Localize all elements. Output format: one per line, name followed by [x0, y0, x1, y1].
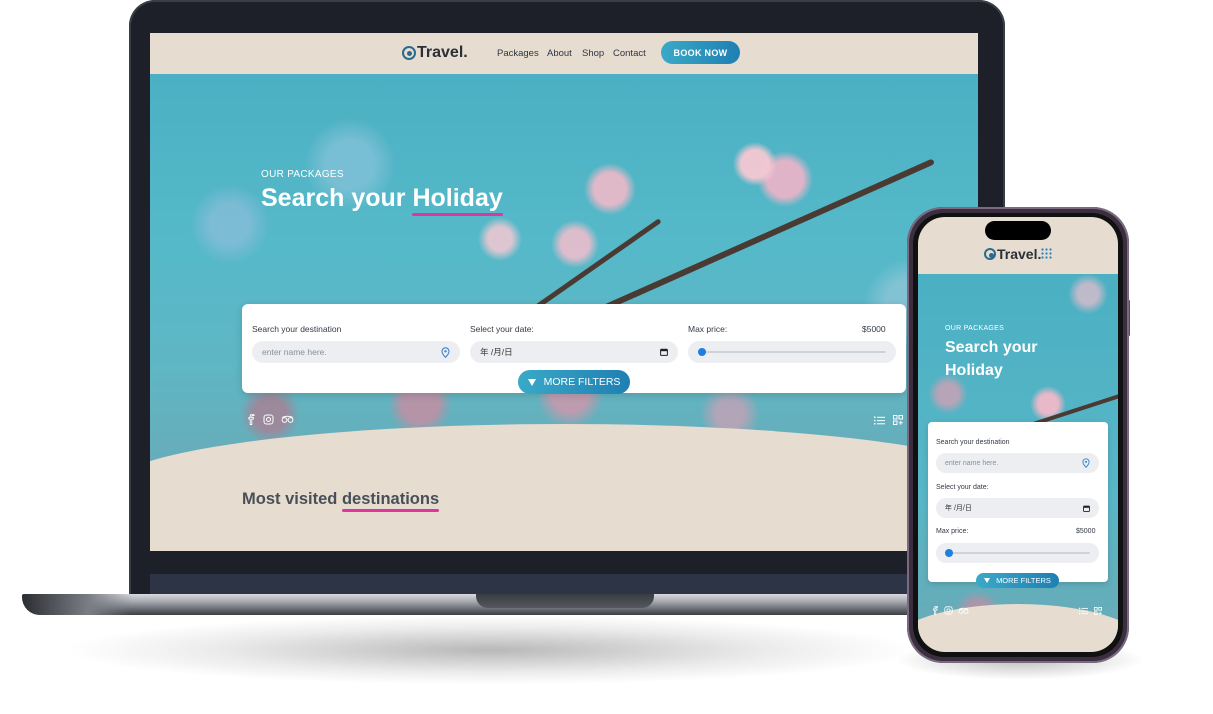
view-toggle: [874, 415, 903, 425]
phone-dynamic-island: [985, 221, 1051, 240]
hero-title-highlight: Holiday: [412, 184, 504, 216]
logo-text: Travel.: [417, 44, 468, 61]
site-header: Travel. Packages About Shop Contact BOOK…: [150, 33, 978, 74]
tripadvisor-icon[interactable]: [281, 415, 294, 424]
price-slider[interactable]: [688, 341, 896, 363]
hero-eyebrow: OUR PACKAGES: [261, 169, 344, 180]
mobile-hero-title-highlight: Holiday: [945, 362, 1003, 379]
section-title-prefix: Most visited: [242, 490, 338, 508]
mobile-list-view-icon[interactable]: [1079, 607, 1088, 615]
mobile-destination-label: Search your destination: [936, 439, 1010, 446]
mobile-date-input[interactable]: 年 /月/日: [936, 498, 1099, 518]
mobile-filter-icon: [984, 578, 991, 583]
laptop-base-left-edge: [22, 594, 132, 615]
mobile-pin-icon: [1082, 458, 1090, 468]
mobile-logo-text: Travel.: [997, 246, 1042, 262]
laptop-bezel-bottom: [150, 574, 978, 596]
menu-grid-icon[interactable]: [1041, 248, 1052, 259]
date-input[interactable]: 年 /月/日: [470, 341, 678, 363]
mobile-price-label: Max price:: [936, 528, 969, 535]
mobile-date-value: 年 /月/日: [945, 505, 972, 512]
mobile-calendar-icon[interactable]: [1083, 505, 1090, 512]
mobile-hero-title: Search your Holiday: [945, 336, 1065, 382]
social-links: [247, 414, 294, 425]
mobile-facebook-icon[interactable]: [932, 606, 939, 615]
laptop-screen: Travel. Packages About Shop Contact BOOK…: [150, 33, 978, 551]
mobile-date-label: Select your date:: [936, 484, 989, 491]
nav-link-contact[interactable]: Contact: [613, 48, 646, 59]
destination-input[interactable]: enter name here.: [252, 341, 460, 363]
price-value: $5000: [862, 324, 886, 334]
section-title-highlight: destinations: [341, 490, 440, 512]
mobile-more-filters-label: MORE FILTERS: [996, 576, 1051, 585]
more-filters-button[interactable]: MORE FILTERS: [518, 370, 630, 394]
site-logo[interactable]: Travel.: [402, 44, 468, 62]
mobile-search-panel: Search your destination enter name here.…: [928, 422, 1108, 582]
instagram-icon[interactable]: [263, 414, 274, 425]
facebook-icon[interactable]: [247, 414, 256, 425]
section-title: Most visited destinations: [242, 490, 440, 512]
mobile-destination-placeholder: enter name here.: [945, 459, 999, 467]
hero-title: Search your Holiday: [261, 184, 504, 216]
mobile-price-value: $5000: [1076, 528, 1096, 535]
mobile-hero-title-prefix: Search your: [945, 339, 1038, 356]
filter-icon: [527, 378, 536, 386]
grid-view-icon[interactable]: [893, 415, 903, 425]
hero-title-prefix: Search your: [261, 184, 406, 212]
pin-icon: [441, 346, 450, 358]
more-filters-label: MORE FILTERS: [543, 376, 621, 388]
mobile-slider-thumb[interactable]: [945, 549, 953, 557]
destination-placeholder: enter name here.: [262, 347, 327, 357]
mobile-logo[interactable]: Travel.: [984, 246, 1041, 262]
mobile-hero-banner: OUR PACKAGES Search your Holiday Search …: [918, 274, 1118, 644]
nav-link-packages[interactable]: Packages: [497, 48, 539, 59]
laptop-shadow: [60, 615, 920, 685]
mobile-tripadvisor-icon[interactable]: [958, 607, 969, 615]
slider-track: [698, 351, 886, 353]
date-label: Select your date:: [470, 324, 534, 334]
mobile-more-filters-button[interactable]: MORE FILTERS: [976, 573, 1059, 588]
mobile-slider-track: [945, 552, 1090, 554]
phone-screen: Travel. OUR PACKAGES Search your Holiday…: [918, 217, 1118, 652]
mobile-instagram-icon[interactable]: [944, 606, 953, 615]
mobile-view-toggle: [1079, 607, 1102, 615]
price-label: Max price:: [688, 324, 728, 334]
mobile-logo-icon: [984, 248, 996, 260]
mobile-destination-input[interactable]: enter name here.: [936, 453, 1099, 473]
mobile-grid-view-icon[interactable]: [1094, 607, 1102, 615]
nav-link-about[interactable]: About: [547, 48, 572, 59]
slider-thumb[interactable]: [698, 348, 706, 356]
destination-label: Search your destination: [252, 324, 342, 334]
list-view-icon[interactable]: [874, 416, 885, 425]
hero-wave: [150, 424, 978, 494]
mobile-hero-eyebrow: OUR PACKAGES: [945, 325, 1005, 332]
date-value: 年 /月/日: [480, 347, 513, 357]
calendar-icon[interactable]: [660, 348, 668, 356]
mobile-price-slider[interactable]: [936, 543, 1099, 563]
hero-banner: OUR PACKAGES Search your Holiday Search …: [150, 74, 978, 494]
laptop-hinge-notch: [476, 594, 654, 608]
book-now-button[interactable]: BOOK NOW: [661, 41, 740, 64]
nav-link-shop[interactable]: Shop: [582, 48, 604, 59]
logo-icon: [402, 46, 416, 60]
mobile-social-links: [932, 606, 969, 615]
